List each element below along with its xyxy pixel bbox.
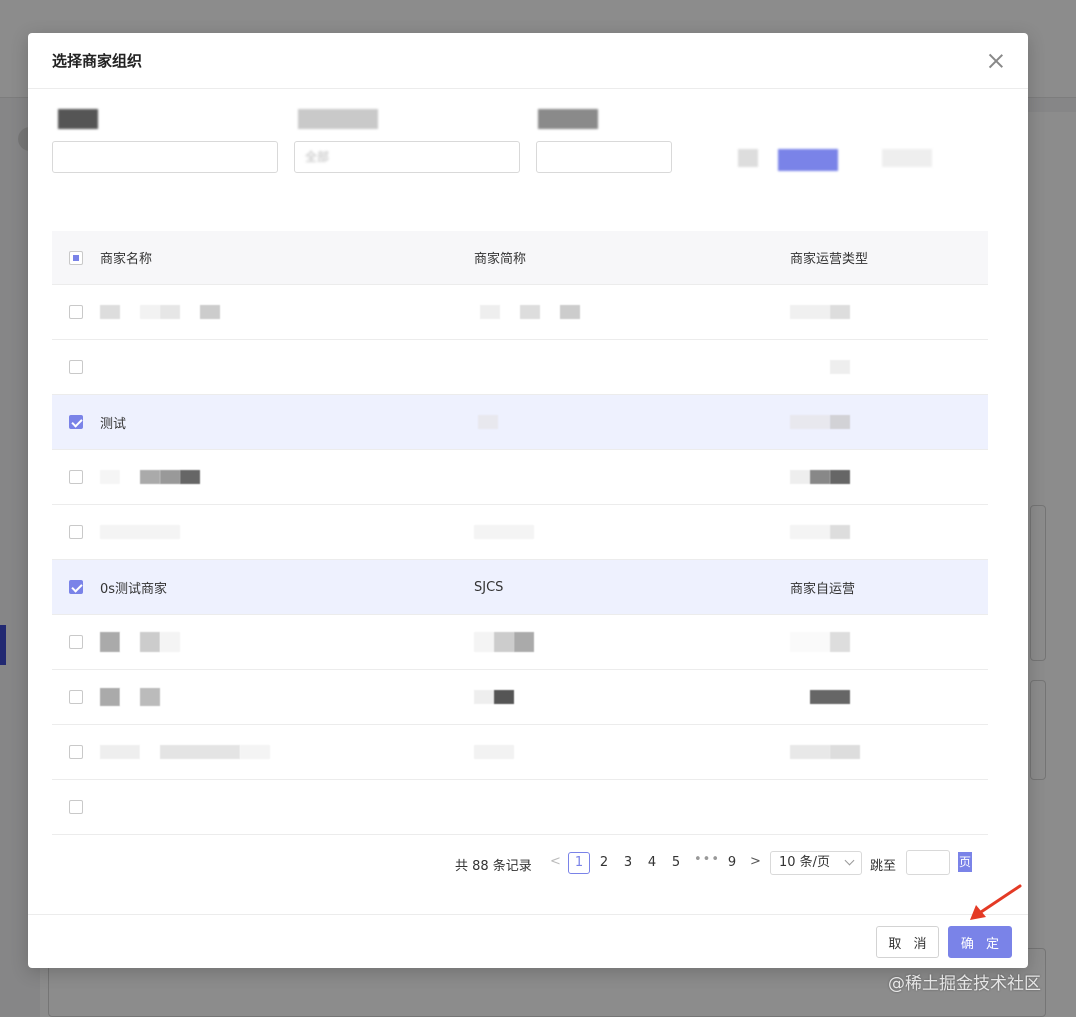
row-check-cell [52,340,100,394]
page-item[interactable]: 3 [617,852,639,874]
column-header-type: 商家运营类型 [790,248,868,267]
chevron-down-icon [845,856,855,866]
row-check-cell [52,780,100,834]
type-select[interactable] [536,141,672,173]
search-button[interactable] [778,149,838,171]
page-size-select[interactable]: 10 条/页 [770,851,862,875]
page-item[interactable]: 4 [641,852,663,874]
merchant-name-input[interactable] [52,141,278,173]
table-row[interactable] [52,615,988,670]
row-checkbox[interactable] [69,580,83,594]
modal-header: 选择商家组织 [28,33,1028,89]
merchant-abbr-cell [474,690,514,705]
jump-to-unit: 页 [958,852,972,872]
modal-footer: 取 消 确 定 [28,914,1028,968]
column-header-name: 商家名称 [100,248,152,267]
merchant-abbr-cell: SJCS [474,580,503,595]
select-all-cell [52,231,100,284]
merchant-type-cell [790,525,850,540]
next-page-button[interactable]: > [750,854,761,869]
reset-button[interactable] [738,149,758,167]
row-checkbox[interactable] [69,470,83,484]
row-checkbox[interactable] [69,525,83,539]
merchant-name-cell: 0s测试商家 [100,578,167,597]
merchant-name-cell [100,525,180,540]
row-check-cell [52,505,100,559]
status-select[interactable]: 全部 [294,141,520,173]
table-row[interactable] [52,670,988,725]
row-check-cell [52,285,100,339]
table-row[interactable] [52,505,988,560]
table-row[interactable] [52,780,988,835]
row-checkbox[interactable] [69,635,83,649]
row-check-cell [52,560,100,614]
status-select-value: 全部 [305,148,329,165]
filter-label [538,109,598,129]
table-row[interactable]: 0s测试商家 SJCS 商家自运营 [52,560,988,615]
merchant-type-cell [790,745,860,760]
merchant-type-cell [790,470,850,485]
row-check-cell [52,670,100,724]
table-header-row: 商家名称 商家简称 商家运营类型 [52,231,988,285]
page-item[interactable]: 9 [721,852,743,874]
table-row[interactable] [52,725,988,780]
page-item[interactable]: 1 [568,852,590,874]
merchant-name-cell [100,688,160,706]
filter-form: 全部 [52,105,1002,215]
watermark: @稀土掘金技术社区 [888,969,1041,994]
expand-toggle[interactable] [882,149,932,167]
row-checkbox[interactable] [69,745,83,759]
row-checkbox[interactable] [69,360,83,374]
merchant-abbr-cell [474,415,498,430]
row-checkbox[interactable] [69,690,83,704]
select-all-checkbox[interactable] [69,251,83,265]
table-row[interactable]: 测试 [52,395,988,450]
merchant-name-cell [100,745,270,760]
row-check-cell [52,725,100,779]
page-size-value: 10 条/页 [779,855,830,870]
row-check-cell [52,450,100,504]
page-ellipsis[interactable]: ••• [694,852,720,867]
merchant-abbr-cell [474,632,534,652]
table-row[interactable] [52,285,988,340]
merchant-type-cell [790,690,850,705]
merchant-name-cell: 测试 [100,413,126,432]
merchant-type-cell [790,360,850,375]
table-row[interactable] [52,450,988,505]
prev-page-button[interactable]: < [550,854,561,869]
close-icon[interactable] [988,53,1004,69]
merchant-type-cell: 商家自运营 [790,578,855,597]
row-check-cell [52,615,100,669]
cancel-button[interactable]: 取 消 [876,926,939,958]
merchant-name-cell [100,470,200,485]
row-check-cell [52,395,100,449]
merchant-name-cell [100,632,180,652]
merchant-type-cell [790,305,850,320]
table-row[interactable] [52,340,988,395]
merchant-name-cell [100,305,220,320]
row-checkbox[interactable] [69,415,83,429]
merchant-abbr-cell [474,305,580,320]
page-item[interactable]: 5 [665,852,687,874]
select-merchant-org-modal: 选择商家组织 全部 商家名称 商家简称 商家运营类型 [28,33,1028,968]
filter-label [298,109,378,129]
annotation-arrow-icon [968,884,1024,922]
confirm-button[interactable]: 确 定 [948,926,1012,958]
row-checkbox[interactable] [69,800,83,814]
jump-to-input[interactable] [906,850,950,875]
jump-to-label: 跳至 [870,855,896,874]
merchant-type-cell [790,632,850,652]
merchant-abbr-cell [474,745,514,760]
merchant-abbr-cell [474,525,534,540]
column-header-abbr: 商家简称 [474,248,526,267]
filter-label [58,109,98,129]
page-item[interactable]: 2 [593,852,615,874]
pagination: 共 88 条记录 < 1 2 3 4 5 ••• 9 > 10 条/页 跳至 页 [28,849,1028,881]
merchant-table: 商家名称 商家简称 商家运营类型 测试 [52,231,988,835]
row-checkbox[interactable] [69,305,83,319]
merchant-type-cell [790,415,850,430]
pagination-total: 共 88 条记录 [455,855,532,874]
modal-title: 选择商家组织 [52,50,142,71]
